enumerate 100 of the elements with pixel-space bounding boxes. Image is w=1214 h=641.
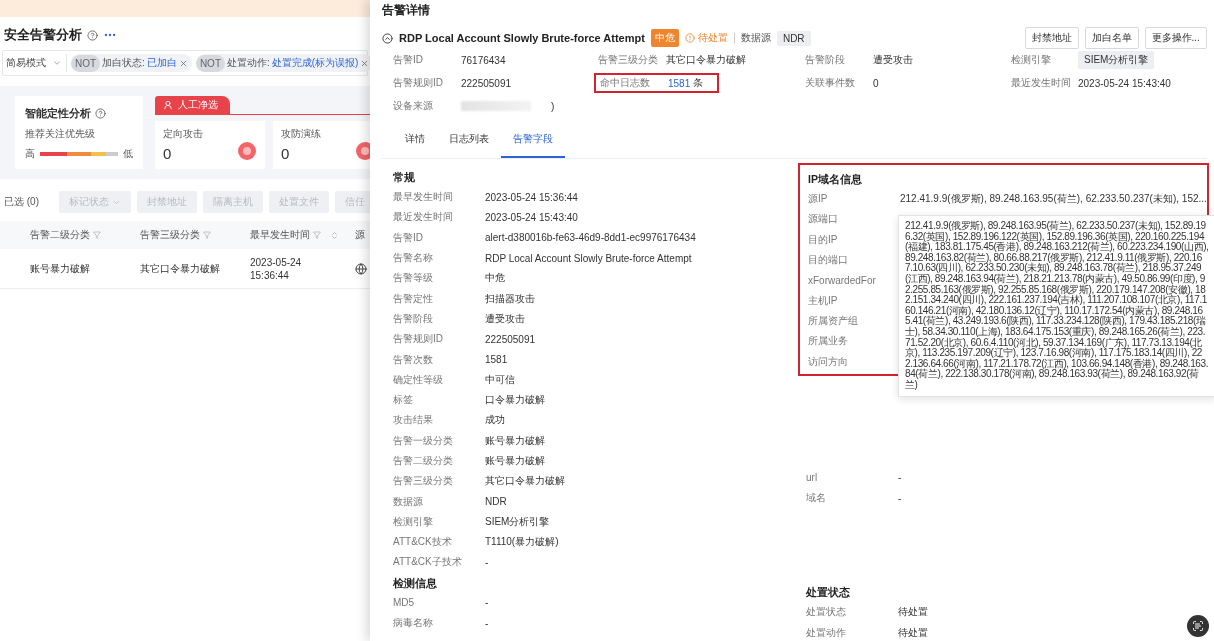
field-label: 源IP <box>808 192 829 207</box>
field-label: 告警规则ID <box>393 76 444 90</box>
scan-button[interactable] <box>1186 615 1209 637</box>
filter-value: 已加白 <box>146 56 177 70</box>
filter-chip[interactable]: NOT 加白状态: 已加白 <box>71 54 192 72</box>
field-label: 主机IP <box>808 293 839 308</box>
field-value: RDP Local Account Slowly Brute-force Attempt <box>485 252 692 264</box>
unit-text: 条 <box>693 76 704 90</box>
field-label: xForwardedFor <box>808 274 877 286</box>
field-label: 确定性等级 <box>393 372 444 387</box>
field-value: 遭受攻击 <box>873 53 913 67</box>
tab[interactable]: 日志列表 <box>437 124 501 158</box>
filter-icon[interactable] <box>313 231 321 239</box>
stat-card[interactable]: 定向攻击 0 <box>155 121 265 169</box>
field-value: 222505091 <box>485 333 536 345</box>
source-label: 数据源 <box>740 31 771 45</box>
field-value: - <box>898 472 902 484</box>
stat-label: 定向攻击 <box>163 127 204 141</box>
field-label: 攻击结果 <box>393 413 434 428</box>
field-label: url <box>806 472 819 484</box>
close-icon[interactable] <box>360 58 370 68</box>
field-value: 扫描器攻击 <box>485 291 535 306</box>
filter-icon[interactable] <box>93 231 101 239</box>
field-label: 命中日志数 <box>600 76 651 90</box>
user-icon <box>163 100 173 110</box>
field-label: 目的端口 <box>808 253 849 268</box>
action-button[interactable]: 封禁地址 <box>1024 27 1079 49</box>
sort-icon[interactable] <box>330 230 339 240</box>
field-label: 所属业务 <box>808 334 849 349</box>
tab[interactable]: 详情 <box>393 124 437 158</box>
page-title: 安全告警分析 <box>4 26 82 44</box>
field-label: 最近发生时间 <box>393 210 454 225</box>
action-button[interactable]: 更多操作... <box>1144 27 1207 49</box>
engine-tag: SIEM分析引擎 <box>1078 51 1155 69</box>
source-tag: NDR <box>776 30 811 46</box>
field-value: 212.41.9.9(俄罗斯), 89.248.163.95(荷兰), 62.233.50.237(未知), 152... <box>900 192 1207 207</box>
close-icon[interactable] <box>178 58 188 68</box>
field-value: 中可信 <box>485 372 515 387</box>
field-label: 告警ID <box>393 53 424 67</box>
field-label: 最早发生时间 <box>393 190 454 205</box>
field-label: 检测引擎 <box>1011 53 1052 67</box>
not-tag: NOT <box>195 54 225 72</box>
field-value: NDR <box>485 496 507 508</box>
help-icon <box>95 108 106 119</box>
field-value: - <box>485 597 489 609</box>
stat-label: 攻防演练 <box>281 127 322 141</box>
not-tag: NOT <box>71 54 101 72</box>
collapse-icon[interactable] <box>382 32 393 44</box>
field-label: 告警三级分类 <box>598 53 659 67</box>
field-label: 访问方向 <box>808 354 849 369</box>
field-label: MD5 <box>393 597 416 609</box>
field-value: - <box>898 492 902 504</box>
table-cell-text: 其它口令暴力破解 <box>140 262 221 275</box>
field-label: 所属资产组 <box>808 313 859 328</box>
globe-icon <box>355 262 367 275</box>
field-value: 2023-05-24 15:43:40 <box>1078 77 1171 89</box>
tab[interactable]: 告警字段 <box>501 124 565 158</box>
field-value: 其它口令暴力破解 <box>666 53 746 67</box>
drawer-title: 告警详情 <box>382 2 430 19</box>
table-cell-text: 账号暴力破解 <box>30 262 91 275</box>
field-label: 标签 <box>393 393 414 408</box>
field-value: 待处置 <box>898 625 928 640</box>
field-value: 账号暴力破解 <box>485 433 545 448</box>
manual-tab[interactable]: 人工净选 <box>155 96 230 114</box>
card-title: 智能定性分析 <box>25 106 91 121</box>
circle-icon <box>237 141 257 161</box>
field-value: SIEM分析引擎 <box>485 514 550 529</box>
filter-field: 处置动作: <box>227 56 270 70</box>
filter-chip[interactable]: NOT 处置动作: 处置完成(标为误报) <box>195 54 370 72</box>
stat-card[interactable]: 攻防演练 0 <box>273 121 370 169</box>
field-value: 成功 <box>485 413 505 428</box>
log-count-link[interactable]: 1581 <box>668 77 691 89</box>
section-title: IP域名信息 <box>808 172 862 187</box>
field-value: 其它口令暴力破解 <box>485 474 565 489</box>
field-label: 关联事件数 <box>805 76 856 90</box>
field-label: 告警名称 <box>393 251 434 266</box>
field-label: 告警阶段 <box>805 53 846 67</box>
column-header: 告警二级分类 <box>30 228 90 242</box>
field-label: 检测引擎 <box>393 514 434 529</box>
field-label: ATT&CK技术 <box>393 535 453 550</box>
field-label: ATT&CK子技术 <box>393 555 463 570</box>
field-label: 设备来源 <box>393 99 434 113</box>
severity-badge: 中危 <box>650 29 679 47</box>
field-value: 中危 <box>485 271 505 286</box>
filter-icon[interactable] <box>203 231 211 239</box>
mode-select[interactable]: 简易模式 <box>6 54 67 72</box>
redacted-block <box>461 101 531 111</box>
stat-value: 0 <box>281 145 290 162</box>
field-label: 告警定性 <box>393 291 434 306</box>
field-value: ) <box>551 100 555 112</box>
table-cell-text: 2023-05-24 15:36:44 <box>250 255 303 282</box>
field-label: 处置动作 <box>806 625 847 640</box>
field-label: 域名 <box>806 491 827 506</box>
section-title: 处置状态 <box>806 585 850 601</box>
action-button[interactable]: 加白名单 <box>1084 27 1139 49</box>
stat-value: 0 <box>163 145 172 162</box>
field-value: 口令暴力破解 <box>485 393 545 408</box>
field-value: 1581 <box>485 354 508 365</box>
field-label: 源端口 <box>808 212 839 227</box>
field-label: 告警等级 <box>393 271 434 286</box>
